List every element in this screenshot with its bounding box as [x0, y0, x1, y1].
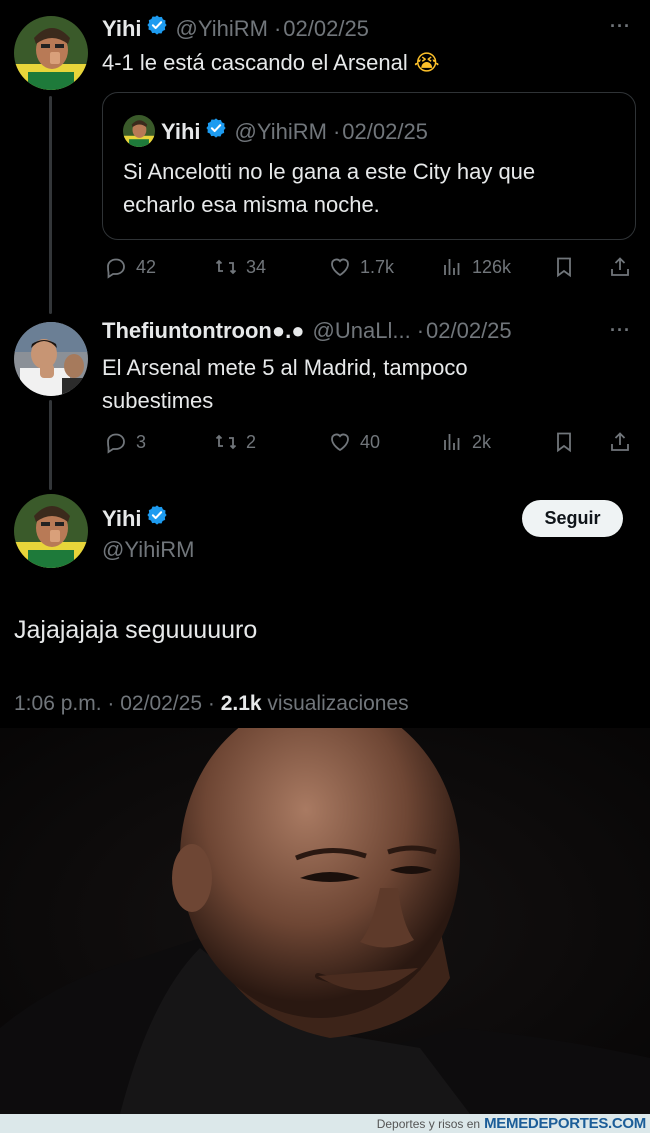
tweet-date[interactable]: 02/02/25 [120, 692, 202, 715]
share-icon [611, 257, 629, 276]
follow-button[interactable]: Seguir [522, 500, 623, 537]
quote-author-name: Yihi [161, 119, 201, 144]
reply-button[interactable]: 3 [104, 430, 146, 454]
like-icon [331, 258, 349, 277]
bookmark-button[interactable] [552, 255, 576, 279]
bookmark-icon [557, 432, 571, 453]
quote-header: Yihi @YihiRM · 02/02/25 [161, 117, 434, 145]
reply-icon [107, 258, 125, 279]
views-icon [444, 259, 460, 275]
tweet-text-line: subestimes [102, 388, 214, 413]
avatar[interactable] [14, 494, 88, 568]
watermark-footer: Deportes y risos en MEMEDEPORTES.COM [0, 1114, 650, 1133]
reply-icon [107, 433, 125, 454]
views-count: 2.1k [220, 692, 262, 715]
reply-count: 3 [136, 431, 147, 452]
quote-date: 02/02/25 [342, 119, 428, 144]
tweet-header: Yihi @YihiRM · 02/02/25 [102, 14, 375, 42]
reply-button[interactable]: 42 [104, 255, 156, 279]
quote-text-line: echarlo esa misma noche. [123, 192, 380, 217]
views-label: visualizaciones [267, 692, 409, 715]
views-button[interactable]: 126k [440, 255, 511, 279]
author-name[interactable]: Yihi [102, 506, 142, 532]
tweet-text: 4-1 le está cascando el Arsenal 😭 [102, 46, 440, 80]
views-icon [444, 434, 460, 450]
more-icon[interactable]: ··· [610, 16, 631, 37]
retweet-button[interactable]: 2 [214, 430, 256, 454]
avatar[interactable] [14, 322, 88, 396]
retweet-icon [215, 434, 237, 450]
share-icon [611, 432, 629, 451]
avatar[interactable] [14, 16, 88, 90]
thread-line [49, 96, 52, 314]
tweet-header: Thefiuntontroon●.● @UnaLl... · 02/02/25 [102, 318, 518, 344]
tweet-text-line: El Arsenal mete 5 al Madrid, tampoco [102, 355, 468, 380]
views-count: 126k [472, 256, 512, 277]
quote-avatar [123, 115, 155, 147]
quote-author-handle: @YihiRM [234, 119, 327, 144]
more-icon[interactable]: ··· [610, 320, 631, 341]
reply-count: 42 [136, 256, 157, 277]
share-button[interactable] [608, 255, 632, 279]
author-handle[interactable]: @YihiRM [102, 537, 194, 563]
thread-line [49, 400, 52, 490]
quote-text-line: Si Ancelotti no le gana a este City hay … [123, 159, 536, 184]
tweet-meta: 1:06 p.m. · 02/02/25 · 2.1k visualizacio… [14, 692, 409, 716]
like-button[interactable]: 40 [328, 430, 380, 454]
main-tweet-header: Yihi [102, 504, 168, 532]
verified-icon [205, 118, 226, 138]
tweet-text: El Arsenal mete 5 al Madrid, tampoco sub… [102, 351, 468, 417]
footer-brand[interactable]: MEMEDEPORTES.COM [484, 1115, 646, 1132]
retweet-count: 34 [246, 256, 267, 277]
tweet-text-content: 4-1 le está cascando el Arsenal [102, 50, 408, 75]
like-count: 40 [360, 431, 381, 452]
quoted-tweet[interactable]: Yihi @YihiRM · 02/02/25 Si Ancelotti no … [102, 92, 636, 240]
reaction-image [0, 728, 650, 1114]
views-button[interactable]: 2k [440, 430, 491, 454]
crying-emoji: 😭 [413, 51, 440, 76]
author-name[interactable]: Yihi [102, 16, 142, 42]
share-button[interactable] [608, 430, 632, 454]
bookmark-button[interactable] [552, 430, 576, 454]
author-handle[interactable]: @UnaLl... [313, 318, 411, 344]
separator: · [273, 16, 282, 41]
quote-text: Si Ancelotti no le gana a este City hay … [123, 155, 535, 221]
like-count: 1.7k [360, 256, 395, 277]
views-count: 2k [472, 431, 492, 452]
separator: · [332, 119, 341, 144]
tweet-date[interactable]: 02/02/25 [426, 318, 512, 344]
like-icon [331, 433, 349, 452]
separator: · [207, 692, 215, 715]
author-name[interactable]: Thefiuntontroon●.● [102, 318, 305, 344]
retweet-icon [215, 259, 237, 275]
tweet-date[interactable]: 02/02/25 [283, 16, 369, 42]
separator: · [107, 692, 115, 715]
verified-icon [146, 15, 167, 35]
retweet-count: 2 [246, 431, 257, 452]
tweet-time[interactable]: 1:06 p.m. [14, 692, 102, 715]
like-button[interactable]: 1.7k [328, 255, 394, 279]
main-tweet-text: Jajajajaja seguuuuuro [14, 616, 258, 644]
separator: · [416, 318, 425, 343]
verified-icon [146, 505, 167, 525]
author-handle[interactable]: @YihiRM [176, 16, 268, 42]
footer-tagline: Deportes y risos en [376, 1116, 481, 1131]
retweet-button[interactable]: 34 [214, 255, 266, 279]
bookmark-icon [557, 257, 571, 278]
